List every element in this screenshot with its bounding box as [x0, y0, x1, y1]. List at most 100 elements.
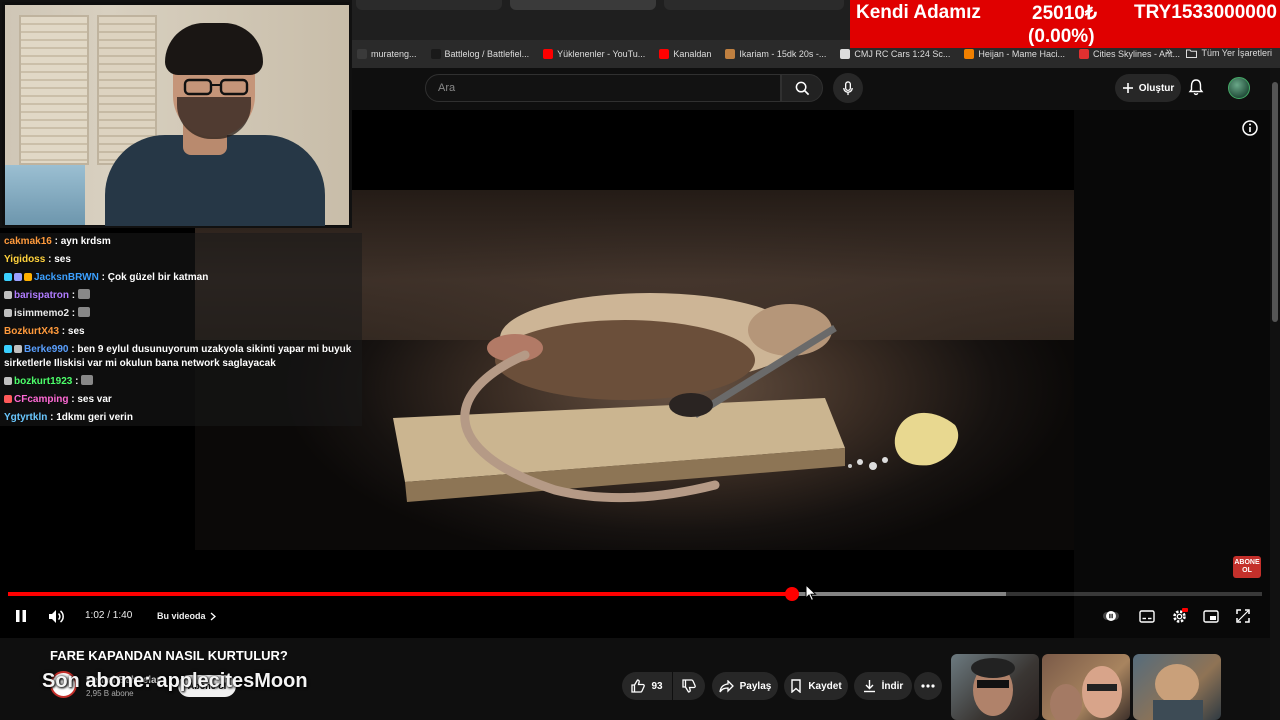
more-horizontal-icon [921, 684, 935, 688]
chat-badge-icon [4, 291, 12, 299]
more-actions-button[interactable] [914, 672, 942, 700]
chat-username[interactable]: Berke990 [24, 344, 68, 355]
bookmark-label: CMJ RC Cars 1:24 Sc... [854, 49, 951, 59]
save-button[interactable]: Kaydet [784, 672, 848, 700]
volume-icon [48, 609, 64, 623]
chat-badge-icon [24, 273, 32, 281]
pause-button[interactable] [12, 607, 30, 625]
browser-tab[interactable] [664, 0, 844, 10]
ikariam-icon [725, 49, 736, 59]
bookmark-item[interactable]: Ikariam - 15dk 20s -... [718, 49, 833, 59]
chat-text: ayn krdsm [60, 236, 111, 247]
ticker-price: 25010₺ [1032, 3, 1097, 24]
chat-badge-icon [4, 273, 12, 281]
chat-text: ses var [77, 394, 112, 405]
like-button[interactable]: 93 [622, 672, 672, 700]
microphone-icon [843, 80, 853, 95]
recommended-thumbnail[interactable] [1042, 654, 1130, 720]
volume-button[interactable] [46, 607, 66, 625]
chat-username[interactable]: barispatron [14, 290, 69, 301]
bookmark-item[interactable]: Yüklenenler - YouTu... [536, 49, 652, 59]
settings-button[interactable] [1170, 607, 1188, 625]
progress-scrubber[interactable] [784, 587, 799, 601]
youtube-icon [659, 49, 670, 59]
scrollbar-thumb[interactable] [1272, 82, 1278, 322]
browser-tab-active[interactable] [510, 0, 656, 10]
chat-badge-icon [14, 345, 22, 353]
bookmark-item[interactable]: Heijan - Mame Haci... [957, 49, 1072, 59]
browser-tab[interactable] [356, 0, 502, 10]
share-label: Paylaş [739, 680, 772, 692]
chat-username[interactable]: bozkurt1923 [14, 376, 72, 387]
webcam-wardrobe-door [19, 15, 89, 165]
chat-username[interactable]: BozkurtX43 [4, 326, 59, 337]
chat-badge-icon [4, 395, 12, 403]
bookmark-item[interactable]: CMJ RC Cars 1:24 Sc... [833, 49, 957, 59]
chat-separator: : [72, 376, 82, 387]
autoplay-toggle-icon [1103, 611, 1119, 621]
fullscreen-button[interactable] [1234, 607, 1252, 625]
voice-search-button[interactable] [833, 73, 863, 103]
chat-username[interactable]: Yigidoss [4, 254, 45, 265]
share-button[interactable]: Paylaş [712, 672, 778, 700]
subtitles-button[interactable] [1138, 607, 1156, 625]
create-button[interactable]: Oluştur [1115, 74, 1181, 102]
all-bookmarks-label: Tüm Yer İşaretleri [1201, 48, 1272, 58]
youtube-header: Oluştur [350, 68, 1280, 110]
all-bookmarks-folder[interactable]: Tüm Yer İşaretleri [1186, 48, 1272, 58]
theater-mode-button[interactable] [1202, 607, 1220, 625]
account-avatar[interactable] [1228, 77, 1250, 99]
stock-ticker-overlay: Kendi Adamız 25010₺ TRY1533000000 (0.00%… [850, 0, 1280, 48]
share-icon [718, 679, 734, 693]
progress-bar[interactable] [8, 587, 1262, 601]
chat-message: BozkurtX43 : ses [0, 323, 362, 341]
thumbnail-image [971, 658, 1015, 716]
bookmark-item[interactable]: Kanaldan [652, 49, 718, 59]
chat-username[interactable]: JacksnBRWN [34, 272, 99, 283]
info-icon[interactable] [1241, 119, 1259, 142]
chapter-button[interactable]: Bu videoda [157, 611, 216, 621]
webcam-blue-object [5, 165, 85, 225]
bookmark-item[interactable]: murateng... [350, 49, 424, 59]
stream-chat: cakmak16 : ayn krdsm Yigidoss : ses Jacksn… [0, 233, 362, 426]
chat-message: barispatron : [0, 287, 362, 305]
notifications-button[interactable] [1188, 78, 1204, 101]
folder-icon [1186, 49, 1198, 58]
fullscreen-icon [1236, 609, 1250, 623]
search-input[interactable] [426, 75, 780, 101]
recommended-thumbnail[interactable] [951, 654, 1039, 720]
like-count: 93 [651, 680, 663, 692]
last-subscriber-alert: Son abone: applecitesMoon [42, 670, 308, 692]
chat-username[interactable]: Ygtyrtkln [4, 412, 47, 423]
chat-badge-icon [14, 273, 22, 281]
autoplay-toggle[interactable] [1102, 607, 1120, 625]
chat-badge-icon [4, 345, 12, 353]
mouse-cursor-icon [805, 584, 817, 602]
streamer-hair [165, 23, 263, 75]
chat-separator: : [47, 412, 57, 423]
page-scrollbar[interactable] [1270, 68, 1280, 720]
search-button[interactable] [781, 74, 823, 102]
chat-username[interactable]: CFcamping [14, 394, 68, 405]
bookmark-label: Heijan - Mame Haci... [978, 49, 1065, 59]
save-label: Kaydet [808, 680, 842, 692]
download-label: İndir [881, 680, 904, 692]
thumbs-up-icon [631, 679, 646, 693]
chat-username[interactable]: isimmemo2 [14, 308, 69, 319]
bookmark-icon [791, 679, 802, 693]
chat-separator: : [68, 394, 78, 405]
dislike-button[interactable] [673, 672, 705, 700]
bookmark-item[interactable]: Battlelog / Battlefiel... [424, 49, 537, 59]
streamer-webcam [0, 0, 352, 228]
chat-username[interactable]: cakmak16 [4, 236, 52, 247]
page-icon [840, 49, 851, 59]
chat-text: Çok güzel bir katman [107, 272, 209, 283]
bookmark-label: Yüklenenler - YouTu... [557, 49, 646, 59]
download-button[interactable]: İndir [854, 672, 912, 700]
glasses-icon [183, 78, 249, 96]
chat-message: Berke990 : ben 9 eylul dusunuyorum uzaky… [0, 341, 356, 373]
chat-message: JacksnBRWN : Çok güzel bir katman [0, 269, 362, 287]
recommended-thumbnail[interactable] [1133, 654, 1221, 720]
subscribe-watermark[interactable]: ABONE OL [1233, 556, 1261, 578]
video-title: FARE KAPANDAN NASIL KURTULUR? [50, 648, 288, 663]
